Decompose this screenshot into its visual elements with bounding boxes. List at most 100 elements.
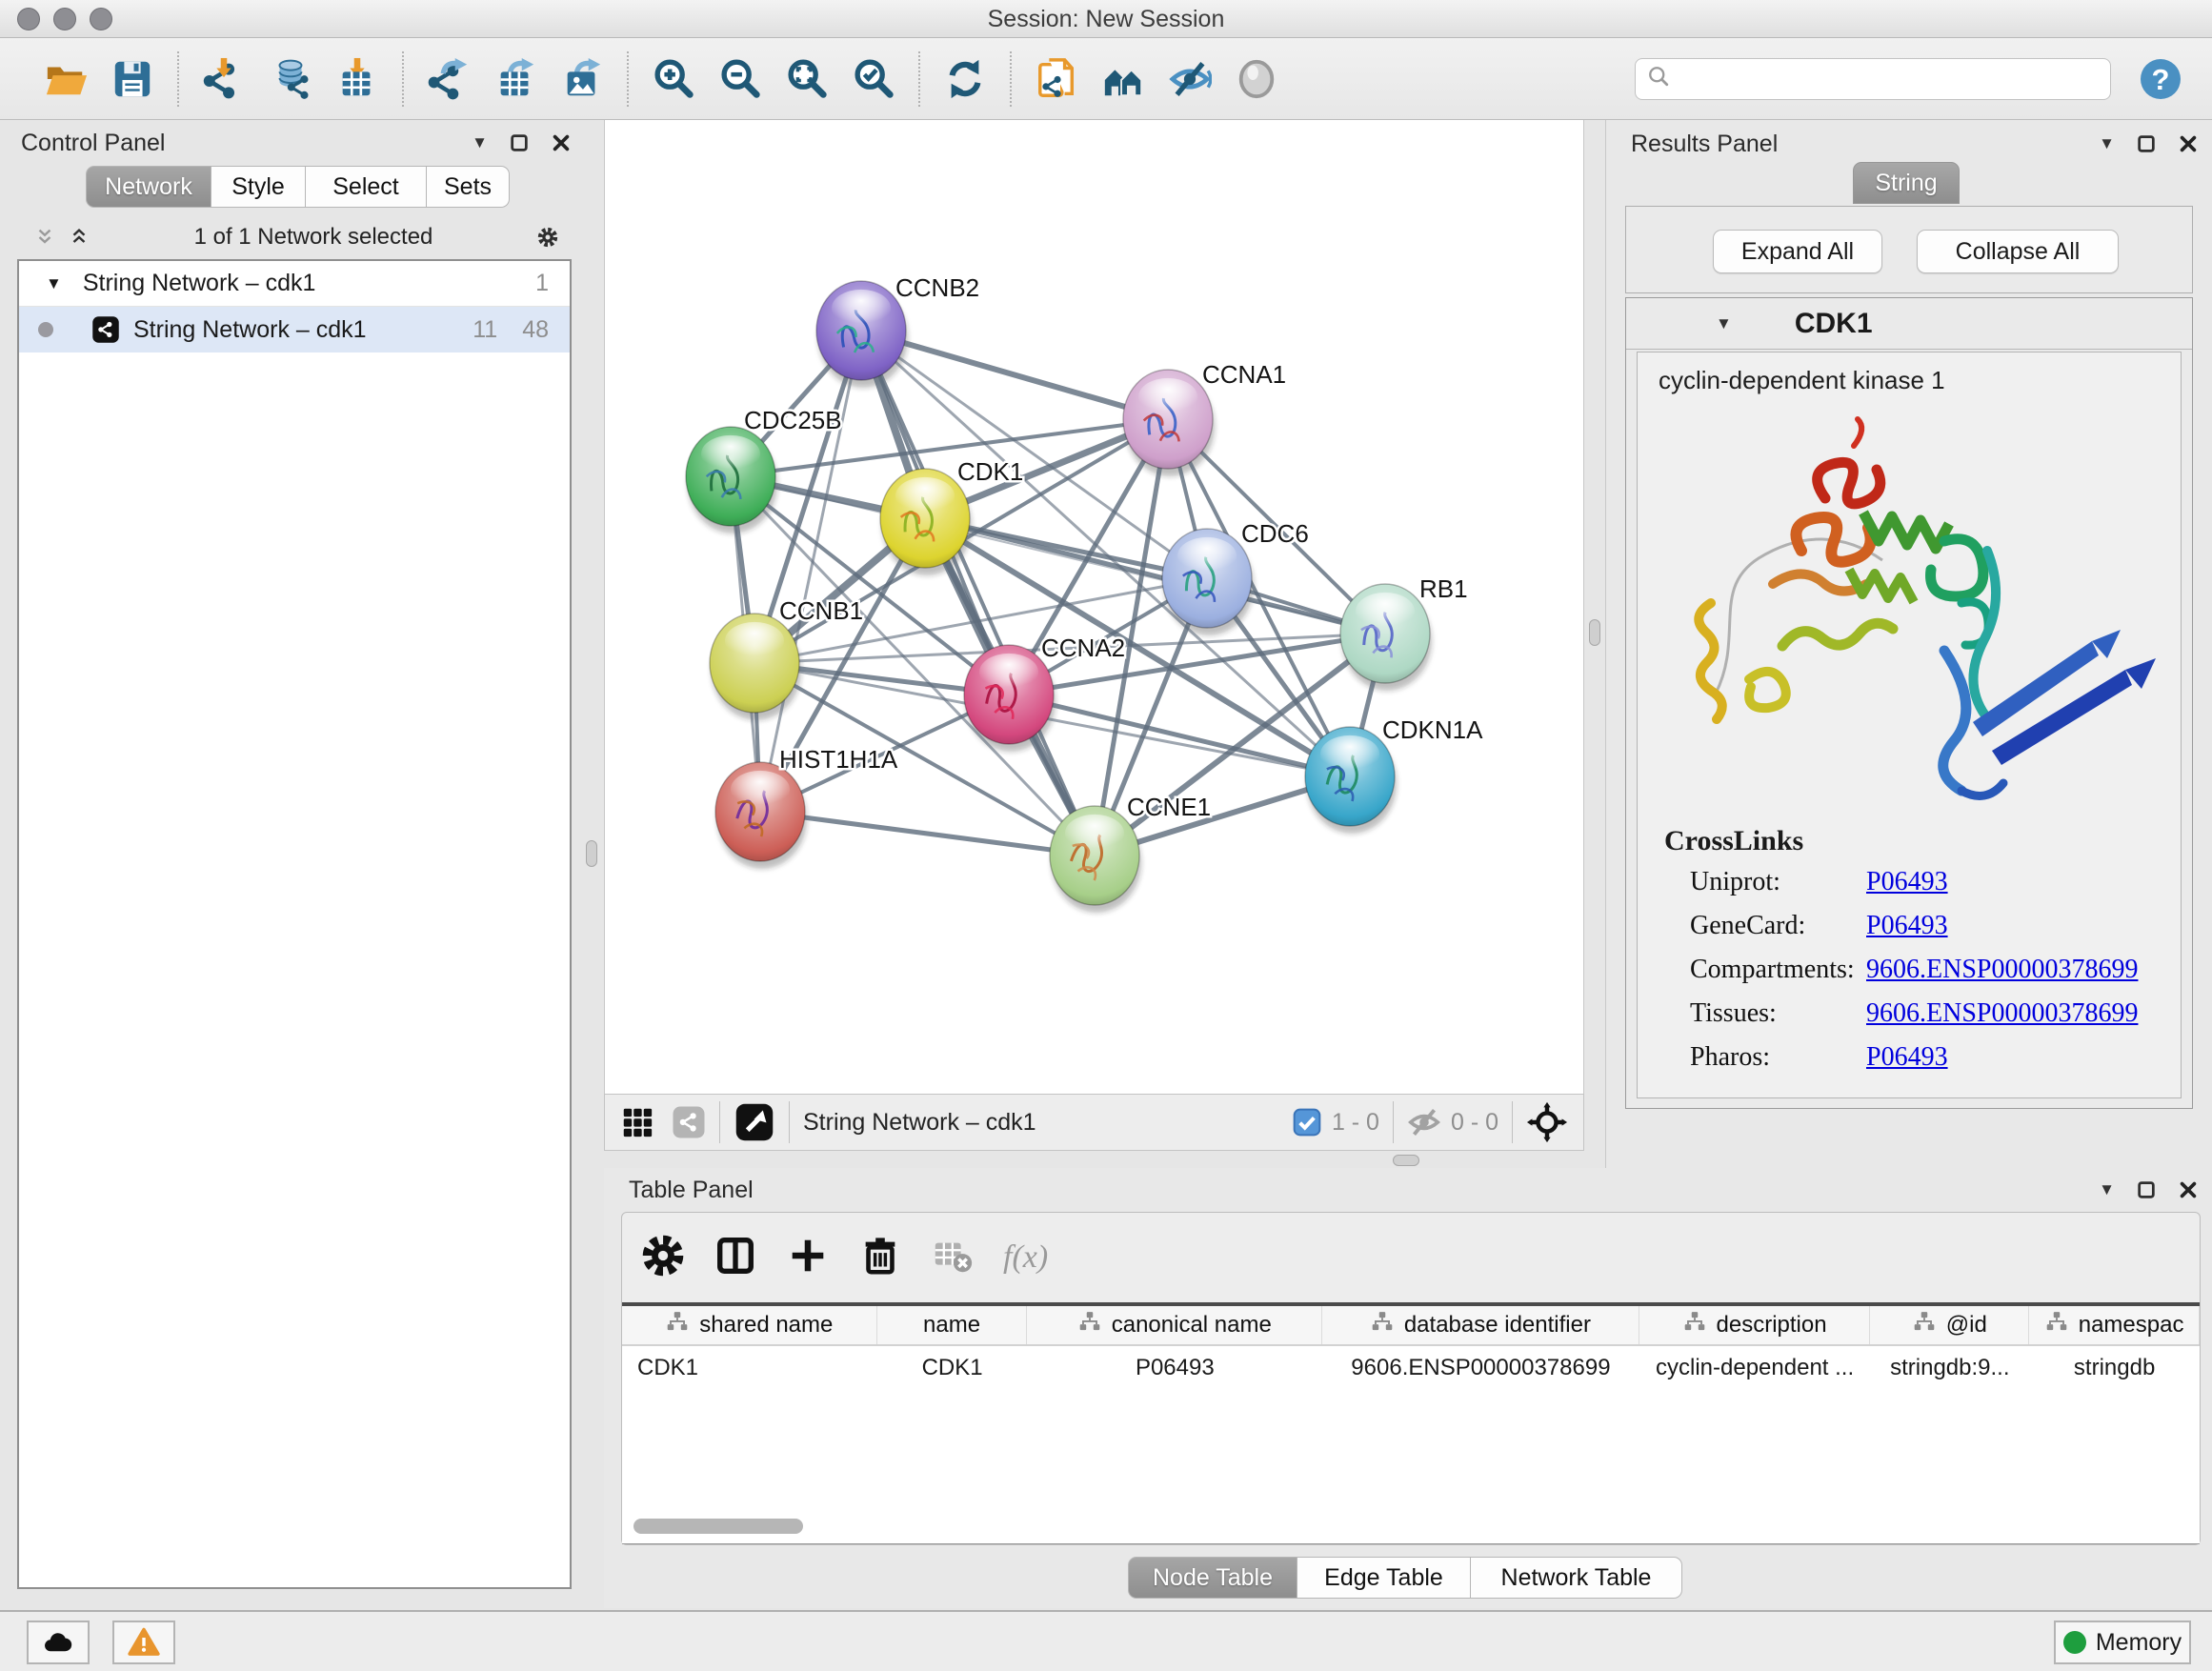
column-header[interactable]: canonical name [1027, 1306, 1322, 1344]
collapse-all-networks-icon[interactable] [69, 227, 90, 248]
horizontal-scrollbar-thumb[interactable] [633, 1519, 803, 1534]
delete-column-icon[interactable] [858, 1234, 902, 1282]
import-table-button[interactable] [332, 54, 382, 104]
network-node[interactable]: RB1 [1340, 574, 1468, 683]
string-document-button[interactable] [1032, 54, 1081, 104]
column-header[interactable]: namespac [2029, 1306, 2200, 1344]
export-table-button[interactable] [491, 54, 540, 104]
edge[interactable] [925, 518, 1385, 634]
hide-selected-button[interactable] [1165, 54, 1215, 104]
network-row-selected[interactable]: String Network – cdk1 11 48 [19, 307, 570, 352]
float-panel-icon[interactable] [2136, 1179, 2157, 1200]
grid-view-icon[interactable] [620, 1105, 654, 1139]
network-node[interactable]: CDC6 [1162, 519, 1309, 628]
right-splitter-handle[interactable] [1589, 619, 1600, 646]
table-row[interactable]: CDK1CDK1P064939606.ENSP00000378699cyclin… [622, 1346, 2200, 1390]
collapse-panel-icon[interactable]: ▼ [472, 133, 488, 152]
table-cell[interactable]: CDK1 [877, 1355, 1028, 1381]
houses-icon-button[interactable] [1098, 54, 1148, 104]
cloud-status-button[interactable] [27, 1621, 90, 1664]
memory-status-dot [2063, 1631, 2086, 1654]
export-network-button[interactable] [424, 54, 473, 104]
warnings-button[interactable] [112, 1621, 175, 1664]
collapse-panel-icon[interactable]: ▼ [2099, 134, 2115, 153]
gene-section-header[interactable]: ▼ CDK1 [1626, 298, 2192, 350]
network-node[interactable]: HIST1H1A [715, 745, 898, 861]
zoom-selected-button[interactable] [849, 54, 898, 104]
zoom-out-button[interactable] [715, 54, 765, 104]
help-button[interactable]: ? [2138, 56, 2183, 102]
close-panel-icon[interactable] [551, 132, 572, 153]
edge[interactable] [760, 331, 861, 812]
apply-layout-button[interactable] [940, 54, 990, 104]
network-node[interactable]: CDK1 [880, 457, 1023, 568]
edge[interactable] [861, 331, 1095, 856]
column-header[interactable]: name [877, 1306, 1028, 1344]
string-network-badge-icon [91, 315, 120, 344]
zoom-fit-button[interactable] [782, 54, 832, 104]
import-network-from-database-button[interactable] [266, 54, 315, 104]
column-header[interactable]: description [1639, 1306, 1871, 1344]
node-table[interactable]: shared namenamecanonical namedatabase id… [622, 1302, 2200, 1544]
expand-all-button[interactable]: Expand All [1713, 230, 1882, 273]
crosslink-value-link[interactable]: P06493 [1866, 867, 1948, 896]
function-builder-icon: f(x) [1003, 1239, 1048, 1276]
collection-expander-icon[interactable]: ▼ [46, 274, 62, 293]
section-expander-icon[interactable]: ▼ [1716, 314, 1732, 333]
expand-all-networks-icon[interactable] [34, 227, 55, 248]
table-cell[interactable]: CDK1 [622, 1355, 877, 1381]
tab-network-table[interactable]: Network Table [1471, 1557, 1682, 1599]
table-cell[interactable]: stringdb [2029, 1355, 2200, 1381]
open-session-button[interactable] [41, 54, 90, 104]
column-tree-icon [665, 1310, 690, 1341]
export-image-button[interactable] [557, 54, 607, 104]
table-cell[interactable]: cyclin-dependent ... [1639, 1355, 1871, 1381]
tab-network[interactable]: Network [86, 166, 211, 208]
crosslink-value-link[interactable]: P06493 [1866, 911, 1948, 940]
memory-button[interactable]: Memory [2054, 1621, 2191, 1664]
search-input[interactable] [1672, 66, 2110, 92]
pan-crosshair-icon[interactable] [1526, 1101, 1568, 1143]
birdseye-view-icon[interactable] [734, 1101, 775, 1143]
column-header[interactable]: database identifier [1322, 1306, 1639, 1344]
network-node[interactable]: CCNB1 [710, 596, 863, 713]
float-panel-icon[interactable] [509, 132, 530, 153]
table-cell[interactable]: stringdb:9... [1870, 1355, 2029, 1381]
tab-sets[interactable]: Sets [427, 166, 510, 208]
column-header[interactable]: shared name [622, 1306, 877, 1344]
zoom-in-button[interactable] [649, 54, 698, 104]
edge[interactable] [760, 812, 1095, 856]
selected-checkbox-icon[interactable] [1292, 1107, 1322, 1137]
tab-style[interactable]: Style [211, 166, 306, 208]
network-graph[interactable]: CCNB2 CCNA1 CDC25B CDK1 CDC6 RB1 [605, 120, 1585, 1094]
network-options-gear-icon[interactable] [537, 227, 558, 248]
crosslink-value-link[interactable]: 9606.ENSP00000378699 [1866, 998, 2138, 1028]
crosslink-value-link[interactable]: 9606.ENSP00000378699 [1866, 955, 2138, 984]
network-canvas[interactable]: CCNB2 CCNA1 CDC25B CDK1 CDC6 RB1 [604, 120, 1584, 1094]
collapse-all-button[interactable]: Collapse All [1917, 230, 2119, 273]
network-collection-row[interactable]: ▼ String Network – cdk1 1 [19, 261, 570, 307]
search-field[interactable] [1635, 58, 2111, 100]
save-session-button[interactable] [108, 54, 157, 104]
share-view-icon[interactable] [672, 1105, 706, 1139]
tab-edge-table[interactable]: Edge Table [1297, 1557, 1471, 1599]
float-panel-icon[interactable] [2136, 133, 2157, 154]
collapse-panel-icon[interactable]: ▼ [2099, 1180, 2115, 1199]
import-network-button[interactable] [199, 54, 249, 104]
table-cell[interactable]: P06493 [1028, 1355, 1323, 1381]
tab-string[interactable]: String [1853, 162, 1960, 204]
bottom-splitter-handle[interactable] [1393, 1155, 1419, 1166]
network-node[interactable]: CDKN1A [1305, 715, 1483, 826]
show-columns-icon[interactable] [714, 1234, 757, 1282]
left-splitter-handle[interactable] [586, 840, 597, 867]
tab-node-table[interactable]: Node Table [1128, 1557, 1297, 1599]
tab-select[interactable]: Select [306, 166, 427, 208]
edge[interactable] [861, 331, 1168, 419]
close-panel-icon[interactable] [2178, 1179, 2199, 1200]
add-column-icon[interactable] [786, 1234, 830, 1282]
table-options-gear-icon[interactable] [641, 1234, 685, 1282]
column-header[interactable]: @id [1870, 1306, 2029, 1344]
table-cell[interactable]: 9606.ENSP00000378699 [1322, 1355, 1639, 1381]
close-panel-icon[interactable] [2178, 133, 2199, 154]
crosslink-value-link[interactable]: P06493 [1866, 1042, 1948, 1072]
